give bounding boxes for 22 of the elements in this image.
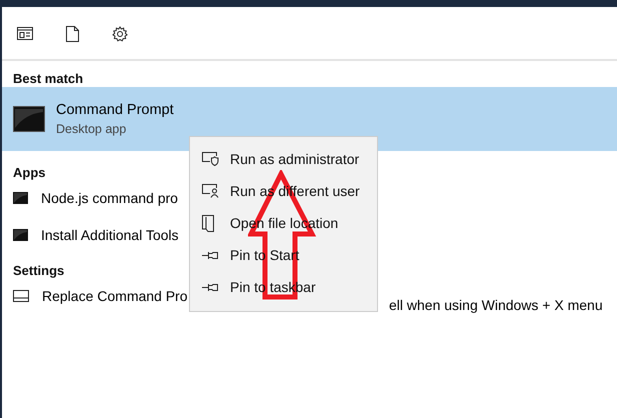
settings-icon[interactable] bbox=[112, 26, 128, 42]
pin-icon bbox=[202, 282, 219, 292]
result-title-end: ell when using Windows + X menu bbox=[389, 297, 603, 313]
section-heading: Settings bbox=[12, 262, 64, 277]
console-icon bbox=[13, 106, 45, 132]
apps-icon[interactable] bbox=[17, 27, 33, 41]
search-result[interactable]: Replace Command Pro bbox=[2, 277, 192, 314]
folder-icon bbox=[202, 214, 214, 232]
document-icon[interactable] bbox=[66, 26, 79, 42]
shield-icon bbox=[202, 152, 219, 166]
section-heading: Apps bbox=[12, 164, 46, 179]
result-title: Command Prompt bbox=[56, 102, 174, 118]
monitor-icon bbox=[13, 290, 29, 302]
search-result[interactable]: Install Additional Tools bbox=[2, 216, 182, 253]
search-result[interactable]: Command Prompt Desktop app bbox=[2, 87, 617, 151]
user-icon bbox=[202, 184, 219, 198]
console-icon bbox=[13, 228, 28, 240]
pin-icon bbox=[202, 250, 219, 260]
section-heading: Best match bbox=[12, 70, 84, 85]
search-result[interactable]: Node.js command pro bbox=[2, 179, 182, 216]
console-icon bbox=[13, 192, 28, 204]
result-subtitle: Desktop app bbox=[56, 122, 128, 136]
